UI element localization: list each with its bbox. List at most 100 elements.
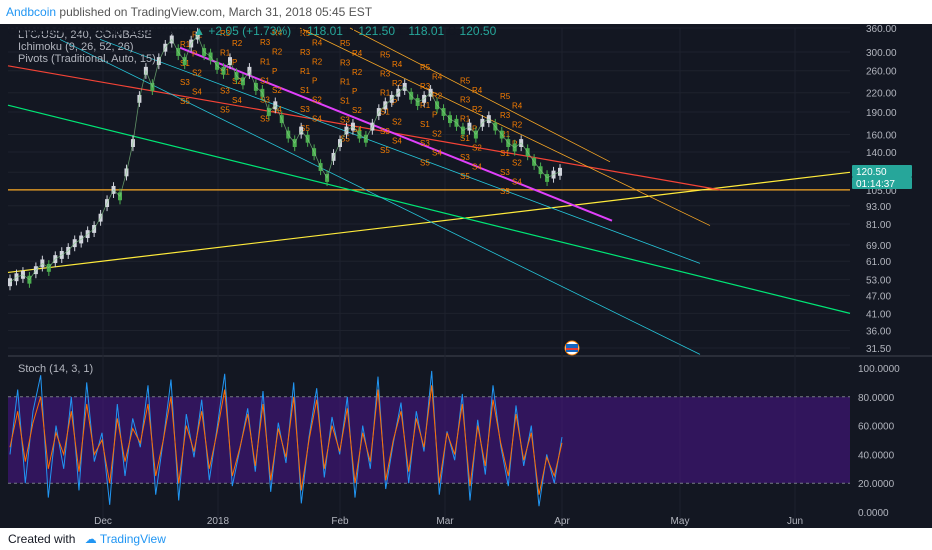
- pivot-label: R2: [392, 79, 403, 88]
- pivot-label: S1: [300, 86, 310, 95]
- stoch-tick-label: 80.0000: [858, 393, 895, 404]
- pivot-label: R2: [312, 57, 323, 66]
- low-label: L:: [398, 24, 409, 38]
- pivot-label: R5: [460, 77, 471, 86]
- pivot-label: R4: [512, 101, 523, 110]
- price-tick-label: 190.00: [866, 108, 897, 119]
- pivot-label: S5: [180, 97, 190, 106]
- pivot-label: S2: [392, 117, 402, 126]
- pivot-label: S1: [340, 96, 350, 105]
- pivot-label: S2: [512, 159, 522, 168]
- time-tick-label: Dec: [94, 516, 112, 527]
- stoch-title[interactable]: Stoch (14, 3, 1): [18, 363, 93, 375]
- published-text: published on TradingView.com, March 31, …: [59, 5, 373, 19]
- pivot-label: S3: [380, 127, 390, 136]
- pivot-label: S1: [460, 134, 470, 143]
- open-value: 118.01: [307, 24, 343, 38]
- pivot-label: R5: [340, 39, 351, 48]
- pivot-label: R5: [420, 63, 431, 72]
- pivot-label: R3: [500, 111, 511, 120]
- author-link[interactable]: Andbcoin: [0, 5, 56, 19]
- stoch-tick-label: 40.0000: [858, 450, 895, 461]
- close-label: C:: [447, 24, 460, 38]
- stoch-tick-label: 60.0000: [858, 422, 895, 433]
- price-tick-label: 81.00: [866, 220, 891, 231]
- publish-bar: Andbcoin published on TradingView.com, M…: [0, 0, 932, 24]
- pivot-label: S1: [420, 120, 430, 129]
- low-value: 118.01: [408, 24, 445, 38]
- legend-ichimoku[interactable]: Ichimoku (9, 26, 52, 26): [18, 41, 134, 53]
- stoch-tick-label: 0.0000: [858, 508, 889, 519]
- close-value: 120.50: [459, 24, 497, 38]
- price-tick-label: 300.00: [866, 48, 897, 59]
- pivot-label: S5: [220, 105, 230, 114]
- pivot-label: R3: [300, 48, 311, 57]
- pivot-label: R4: [392, 60, 403, 69]
- pivot-label: R3: [260, 38, 271, 47]
- price-tick-label: 41.00: [866, 309, 891, 320]
- pivot-label: P: [272, 67, 277, 76]
- pivot-label: S2: [472, 143, 482, 152]
- price-tick-label: 93.00: [866, 202, 891, 213]
- price-tick-label: 61.00: [866, 257, 891, 268]
- legend-pivots[interactable]: Pivots (Traditional, Auto, 15): [18, 53, 156, 65]
- pivot-label: S3: [180, 78, 190, 87]
- pivot-label: S3: [500, 168, 510, 177]
- pivot-label: P: [432, 111, 437, 120]
- pivot-label: S3: [420, 139, 430, 148]
- pivot-label: P: [232, 58, 237, 67]
- pivot-label: R3: [460, 96, 471, 105]
- pivot-label: S2: [192, 68, 202, 77]
- price-tick-label: 31.50: [866, 344, 891, 355]
- price-tick-label: 53.00: [866, 276, 891, 287]
- pivot-label: S4: [472, 162, 482, 171]
- pivot-label: S3: [340, 115, 350, 124]
- chart-canvas[interactable]: 360.00 300.00 260.00 220.00 190.00 160.00 140.…: [0, 0, 932, 550]
- pivot-label: S2: [272, 86, 282, 95]
- time-tick-label: Feb: [331, 516, 349, 527]
- pivot-label: R5: [380, 51, 391, 60]
- price-badge-value: 120.50: [856, 167, 887, 178]
- price-tick-label: 140.00: [866, 148, 897, 159]
- pivot-label: R4: [472, 86, 483, 95]
- price-tick-label: 69.00: [866, 241, 891, 252]
- us-flag-event-icon[interactable]: [564, 340, 580, 356]
- pivot-label: R2: [472, 105, 483, 114]
- price-tick-label: 47.00: [866, 291, 891, 302]
- pivot-label: R4: [312, 38, 323, 47]
- pivot-label: R3: [340, 58, 351, 67]
- pivot-label: R5: [500, 92, 511, 101]
- symbol-name[interactable]: COINBASE:LTCUSD, 240: [8, 24, 150, 38]
- pivot-label: S5: [460, 172, 470, 181]
- price-tick-label: 360.00: [866, 24, 897, 35]
- pivot-label: R1: [300, 67, 311, 76]
- pivot-label: S2: [432, 130, 442, 139]
- open-label: O:: [294, 24, 308, 38]
- countdown-value: 01:14:37: [856, 179, 895, 190]
- pivot-label: R2: [232, 39, 243, 48]
- time-tick-label: May: [671, 516, 690, 527]
- footer-bar: Created with ☁ TradingView: [0, 528, 932, 550]
- pivot-label: S1: [260, 76, 270, 85]
- pivot-label: S5: [500, 187, 510, 196]
- pivot-label: S5: [420, 158, 430, 167]
- time-tick-label: 2018: [207, 516, 230, 527]
- pivot-label: R1: [220, 48, 231, 57]
- pivot-label: P: [312, 76, 317, 85]
- chart-frame: 360.00 300.00 260.00 220.00 190.00 160.00 140.…: [0, 0, 932, 550]
- pivot-label: S3: [460, 153, 470, 162]
- up-arrow-icon: ▲: [193, 24, 206, 38]
- tradingview-brand[interactable]: TradingView: [100, 532, 166, 546]
- price-tick-label: 160.00: [866, 131, 897, 142]
- pivot-label: S2: [312, 96, 322, 105]
- time-tick-label: Mar: [436, 516, 454, 527]
- tradingview-cloud-icon: ☁: [84, 532, 97, 546]
- pivot-label: R2: [352, 68, 363, 77]
- high-label: H:: [346, 24, 359, 38]
- pivot-label: R4: [432, 72, 443, 81]
- pivot-label: R1: [180, 40, 191, 49]
- pivot-label: R2: [272, 48, 283, 57]
- price-tick-label: 36.00: [866, 326, 891, 337]
- pivot-label: S1: [500, 149, 510, 158]
- pivot-label: R1: [260, 57, 271, 66]
